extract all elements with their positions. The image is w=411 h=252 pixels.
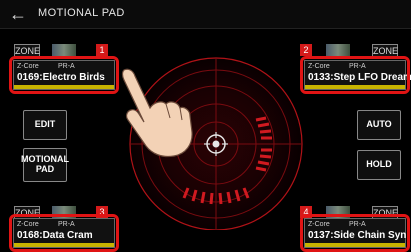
page-title: MOTIONAL PAD (38, 7, 125, 19)
zone-thumbnail-tr (326, 44, 350, 56)
top-bar: ← MOTIONAL PAD (0, 0, 411, 29)
motional-pad-label-line2: PAD (35, 164, 55, 174)
auto-button[interactable]: AUTO (357, 110, 401, 140)
zone-number-tl: 1 (96, 44, 108, 56)
hold-button-label: HOLD (366, 159, 392, 170)
highlight-frame-bl (9, 214, 119, 252)
motional-pad-button[interactable]: MOTIONAL PAD (21, 148, 69, 182)
back-arrow-icon[interactable]: ← (4, 4, 32, 24)
pointing-hand-icon (121, 68, 193, 158)
zone-thumbnail-tl (52, 44, 76, 56)
highlight-frame-tr (300, 56, 410, 94)
pad-target-dot-icon (212, 140, 220, 148)
auto-button-label: AUTO (366, 119, 392, 130)
edit-button[interactable]: EDIT (23, 110, 67, 140)
highlight-frame-tl (9, 56, 119, 94)
edit-button-label: EDIT (34, 119, 56, 130)
hold-button[interactable]: HOLD (357, 150, 401, 180)
highlight-frame-br (300, 214, 410, 252)
